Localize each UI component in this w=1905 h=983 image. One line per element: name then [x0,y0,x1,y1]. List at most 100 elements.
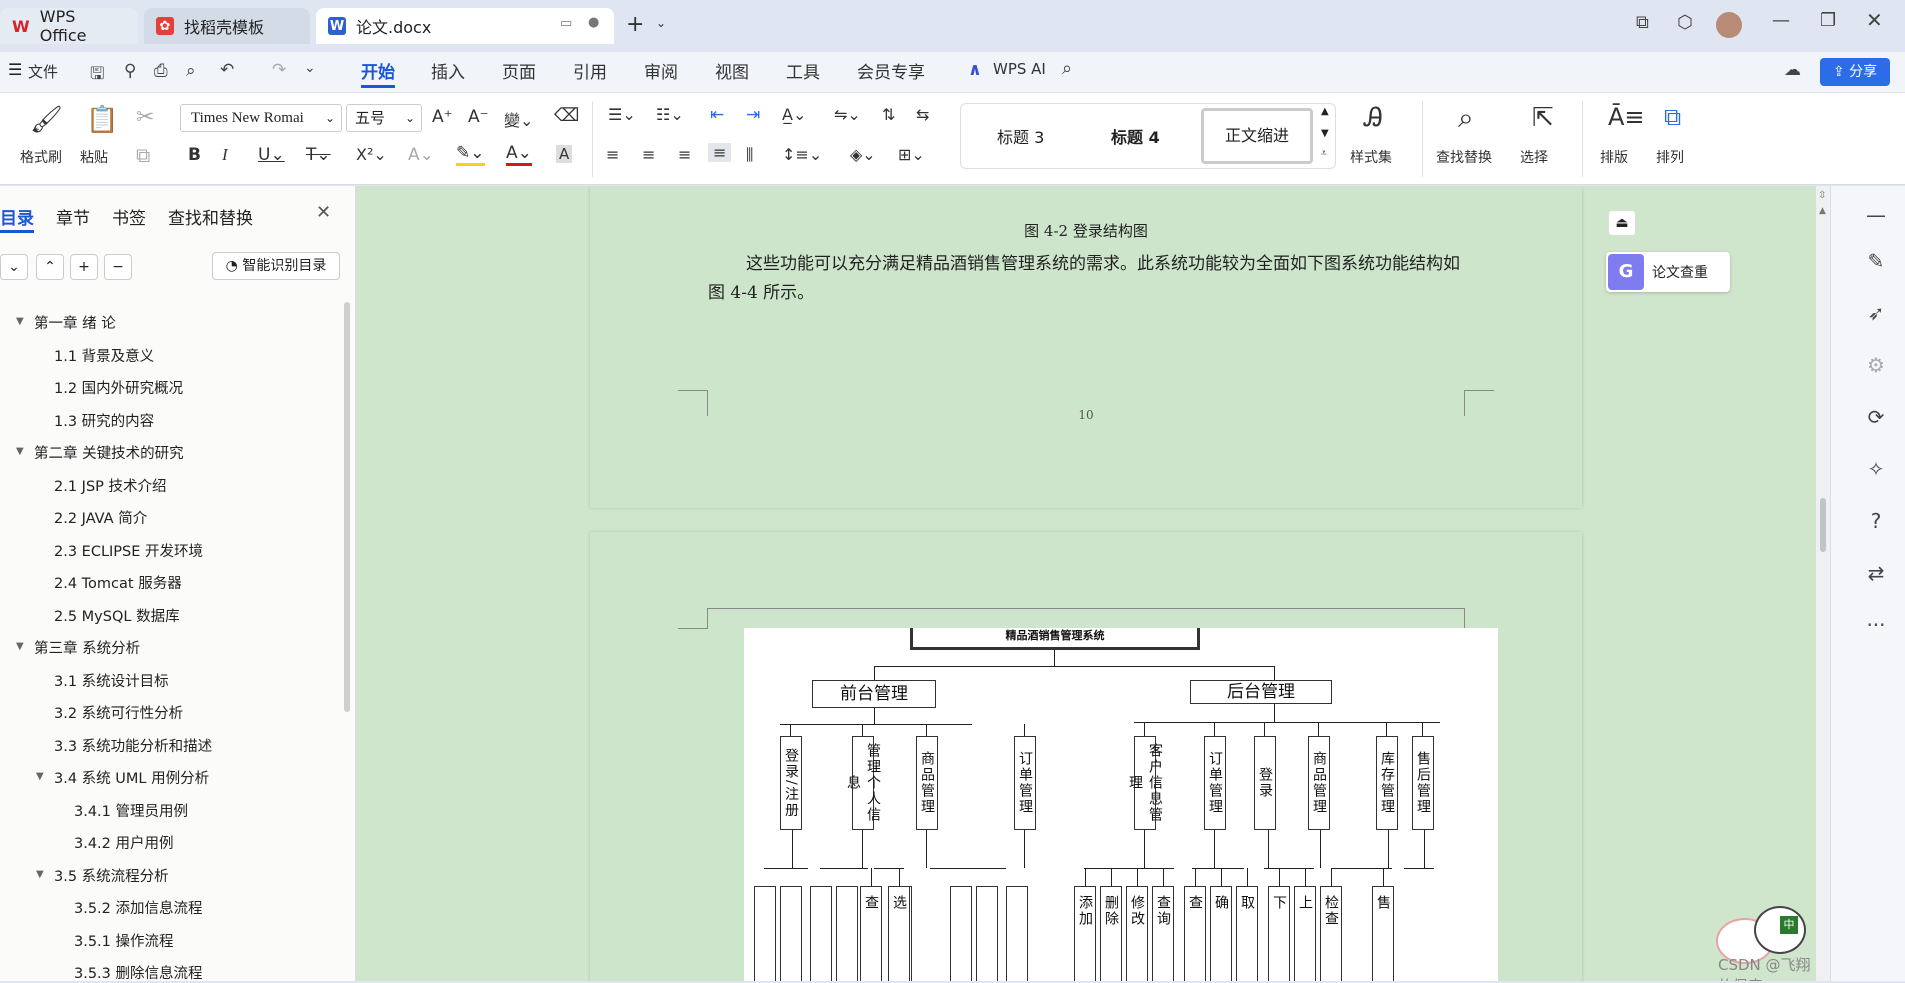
redo-icon[interactable]: ↷ [272,60,286,80]
toc-item[interactable]: 3.5.2 添加信息流程 [74,897,203,918]
toc-item[interactable]: 2.4 Tomcat 服务器 [54,572,182,593]
align-right-icon[interactable]: ≡ [678,145,691,164]
gallery-up-icon[interactable]: ▲ [1321,106,1329,117]
align-center-icon[interactable]: ≡ [642,145,655,164]
toc-item[interactable]: 3.4 系统 UML 用例分析 [54,767,209,788]
magic-tools-icon[interactable]: ✧ [1863,456,1889,482]
chevron-down-icon[interactable]: ⌄ [656,16,666,30]
close-pane-icon[interactable]: ✕ [316,202,331,223]
layout-icon[interactable]: Ā≡ [1608,103,1645,131]
font-color-icon[interactable]: A⌄ [506,143,532,166]
find-replace-icon[interactable]: ⌕ [1458,101,1474,135]
plagiarism-check-button[interactable]: G 论文查重 [1606,252,1730,292]
scroll-up-icon[interactable]: ▲ [1819,206,1826,216]
tab-toc[interactable]: 目录 [0,204,34,229]
underline-icon[interactable]: U⌄ [258,145,285,165]
menu-wps-ai[interactable]: WPS AI [993,60,1046,78]
cut-icon[interactable]: ✂ [136,105,154,130]
select-cursor-icon[interactable]: ⇱ [1532,103,1554,133]
format-painter-label[interactable]: 格式刷 [20,147,62,167]
style-set-icon[interactable]: Ꭿ [1364,103,1383,134]
gallery-expand-icon[interactable]: ⩡ [1321,148,1327,159]
toc-item[interactable]: 2.5 MySQL 数据库 [54,605,180,626]
arrange-label[interactable]: 排列 [1656,147,1684,167]
align-left-icon[interactable]: ≡ [606,145,619,164]
toc-item[interactable]: 3.5.1 操作流程 [74,930,174,951]
menu-tools[interactable]: 工具 [786,58,820,83]
more-icon[interactable]: ··· [1863,612,1889,638]
bullet-list-icon[interactable]: ☰⌄ [608,105,636,124]
format-painter-icon[interactable]: 🖌 [30,105,63,135]
cursor-icon[interactable]: ➶ [1863,300,1889,326]
body-paragraph[interactable]: 这些功能可以充分满足精品酒销售管理系统的需求。此系统功能较为全面如下图系统功能结… [708,250,1464,308]
adjust-icon[interactable]: ⚙ [1863,352,1889,378]
menu-home[interactable]: 开始 [361,58,395,83]
sort-icon[interactable]: ⇅ [882,105,895,124]
toc-item[interactable]: 1.1 背景及意义 [54,345,154,366]
menu-file[interactable]: 文件 [28,61,58,82]
highlight-icon[interactable]: ✎⌄ [456,143,485,166]
style-body-indent[interactable]: 正文缩进 [1201,108,1313,164]
export-icon[interactable]: ⚲ [124,61,136,81]
numbered-list-icon[interactable]: ☷⌄ [656,105,684,124]
text-direction-icon[interactable]: A̲⌄ [782,105,806,124]
undo-icon[interactable]: ↶ [220,60,234,80]
scrollbar-thumb[interactable] [344,302,350,712]
remove-heading-button[interactable]: − [104,254,132,280]
share-button[interactable]: ⇪ 分享 [1820,58,1890,86]
toc-item[interactable]: 3.5 系统流程分析 [54,865,169,886]
show-marks-icon[interactable]: ⇆ [916,105,929,124]
doc-scrollbar[interactable]: ⇳ ▲ [1816,186,1830,981]
maximize-icon[interactable]: ❐ [1820,10,1836,31]
outdent-icon[interactable]: ⇤ [710,105,724,125]
select-label[interactable]: 选择 [1520,147,1548,167]
cube-icon[interactable]: ⬡ [1677,12,1693,33]
paste-label[interactable]: 粘贴 [80,147,108,167]
arrange-icon[interactable]: ⧉ [1664,103,1681,131]
scroll-split-icon[interactable]: ⇳ [1818,190,1826,201]
toc-item[interactable]: 1.3 研究的内容 [54,410,154,431]
expand-toggle-icon[interactable]: ▼ [16,641,24,652]
minimize-pane-icon[interactable]: — [1863,202,1889,228]
toc-item[interactable]: 3.2 系统可行性分析 [54,702,183,723]
bold-icon[interactable]: B [188,145,201,165]
clear-format-icon[interactable]: ⌫ [554,105,579,126]
superscript-icon[interactable]: X²⌄ [356,145,387,164]
expand-toggle-icon[interactable]: ▼ [16,446,24,457]
tab-chapters[interactable]: 章节 [56,204,90,229]
justify-icon[interactable]: ≡ [708,143,732,162]
restore-tabs-icon[interactable]: ⧉ [1636,12,1649,33]
menu-page[interactable]: 页面 [502,58,536,83]
toc-item[interactable]: 3.5.3 删除信息流程 [74,962,203,983]
decrease-font-icon[interactable]: A⁻ [468,107,489,127]
expand-up-button[interactable]: ⌃ [36,254,64,280]
line-spacing-icon[interactable]: ↕≡⌄ [782,145,822,164]
text-effect-icon[interactable]: A⌄ [408,145,434,165]
cloud-icon[interactable]: ☁ [1784,60,1801,80]
tab-document[interactable]: W 论文.docx ▭ ● [316,8,614,44]
pen-icon[interactable]: ✎ [1863,248,1889,274]
gallery-down-icon[interactable]: ▼ [1321,128,1329,139]
sync-icon[interactable]: ⇄ [1863,560,1889,586]
smart-toc-button[interactable]: ◔ 智能识别目录 [212,252,340,280]
style-heading3[interactable]: 标题 3 [997,124,1044,148]
toc-item[interactable]: 3.4.2 用户用例 [74,832,174,853]
save-icon[interactable]: 🖫 [90,61,104,90]
toc-item[interactable]: 1.2 国内外研究概况 [54,377,183,398]
chinese-layout-icon[interactable]: ⇋⌄ [834,105,861,124]
expand-toggle-icon[interactable]: ▼ [36,869,44,880]
toc-item[interactable]: 2.3 ECLIPSE 开发环境 [54,540,203,561]
tab-docer[interactable]: ✿ 找稻壳模板 [144,8,310,44]
collapse-float-icon[interactable]: ⏏ [1608,210,1636,236]
more-chevron-icon[interactable]: ⌄ [304,60,316,76]
toc-item[interactable]: 3.4.1 管理员用例 [74,800,188,821]
toc-item[interactable]: 第二章 关键技术的研究 [34,442,184,463]
indent-icon[interactable]: ⇥ [746,105,760,125]
search-icon[interactable]: ⌕ [1062,58,1072,79]
new-tab-icon[interactable]: + [626,12,644,37]
distribute-icon[interactable]: ⫼ [746,145,753,165]
unsaved-dot-icon[interactable]: ● [588,15,599,30]
print-preview-icon[interactable]: ⌕ [186,61,196,81]
help-icon[interactable]: ? [1863,508,1889,534]
hamburger-icon[interactable]: ☰ [8,60,22,79]
